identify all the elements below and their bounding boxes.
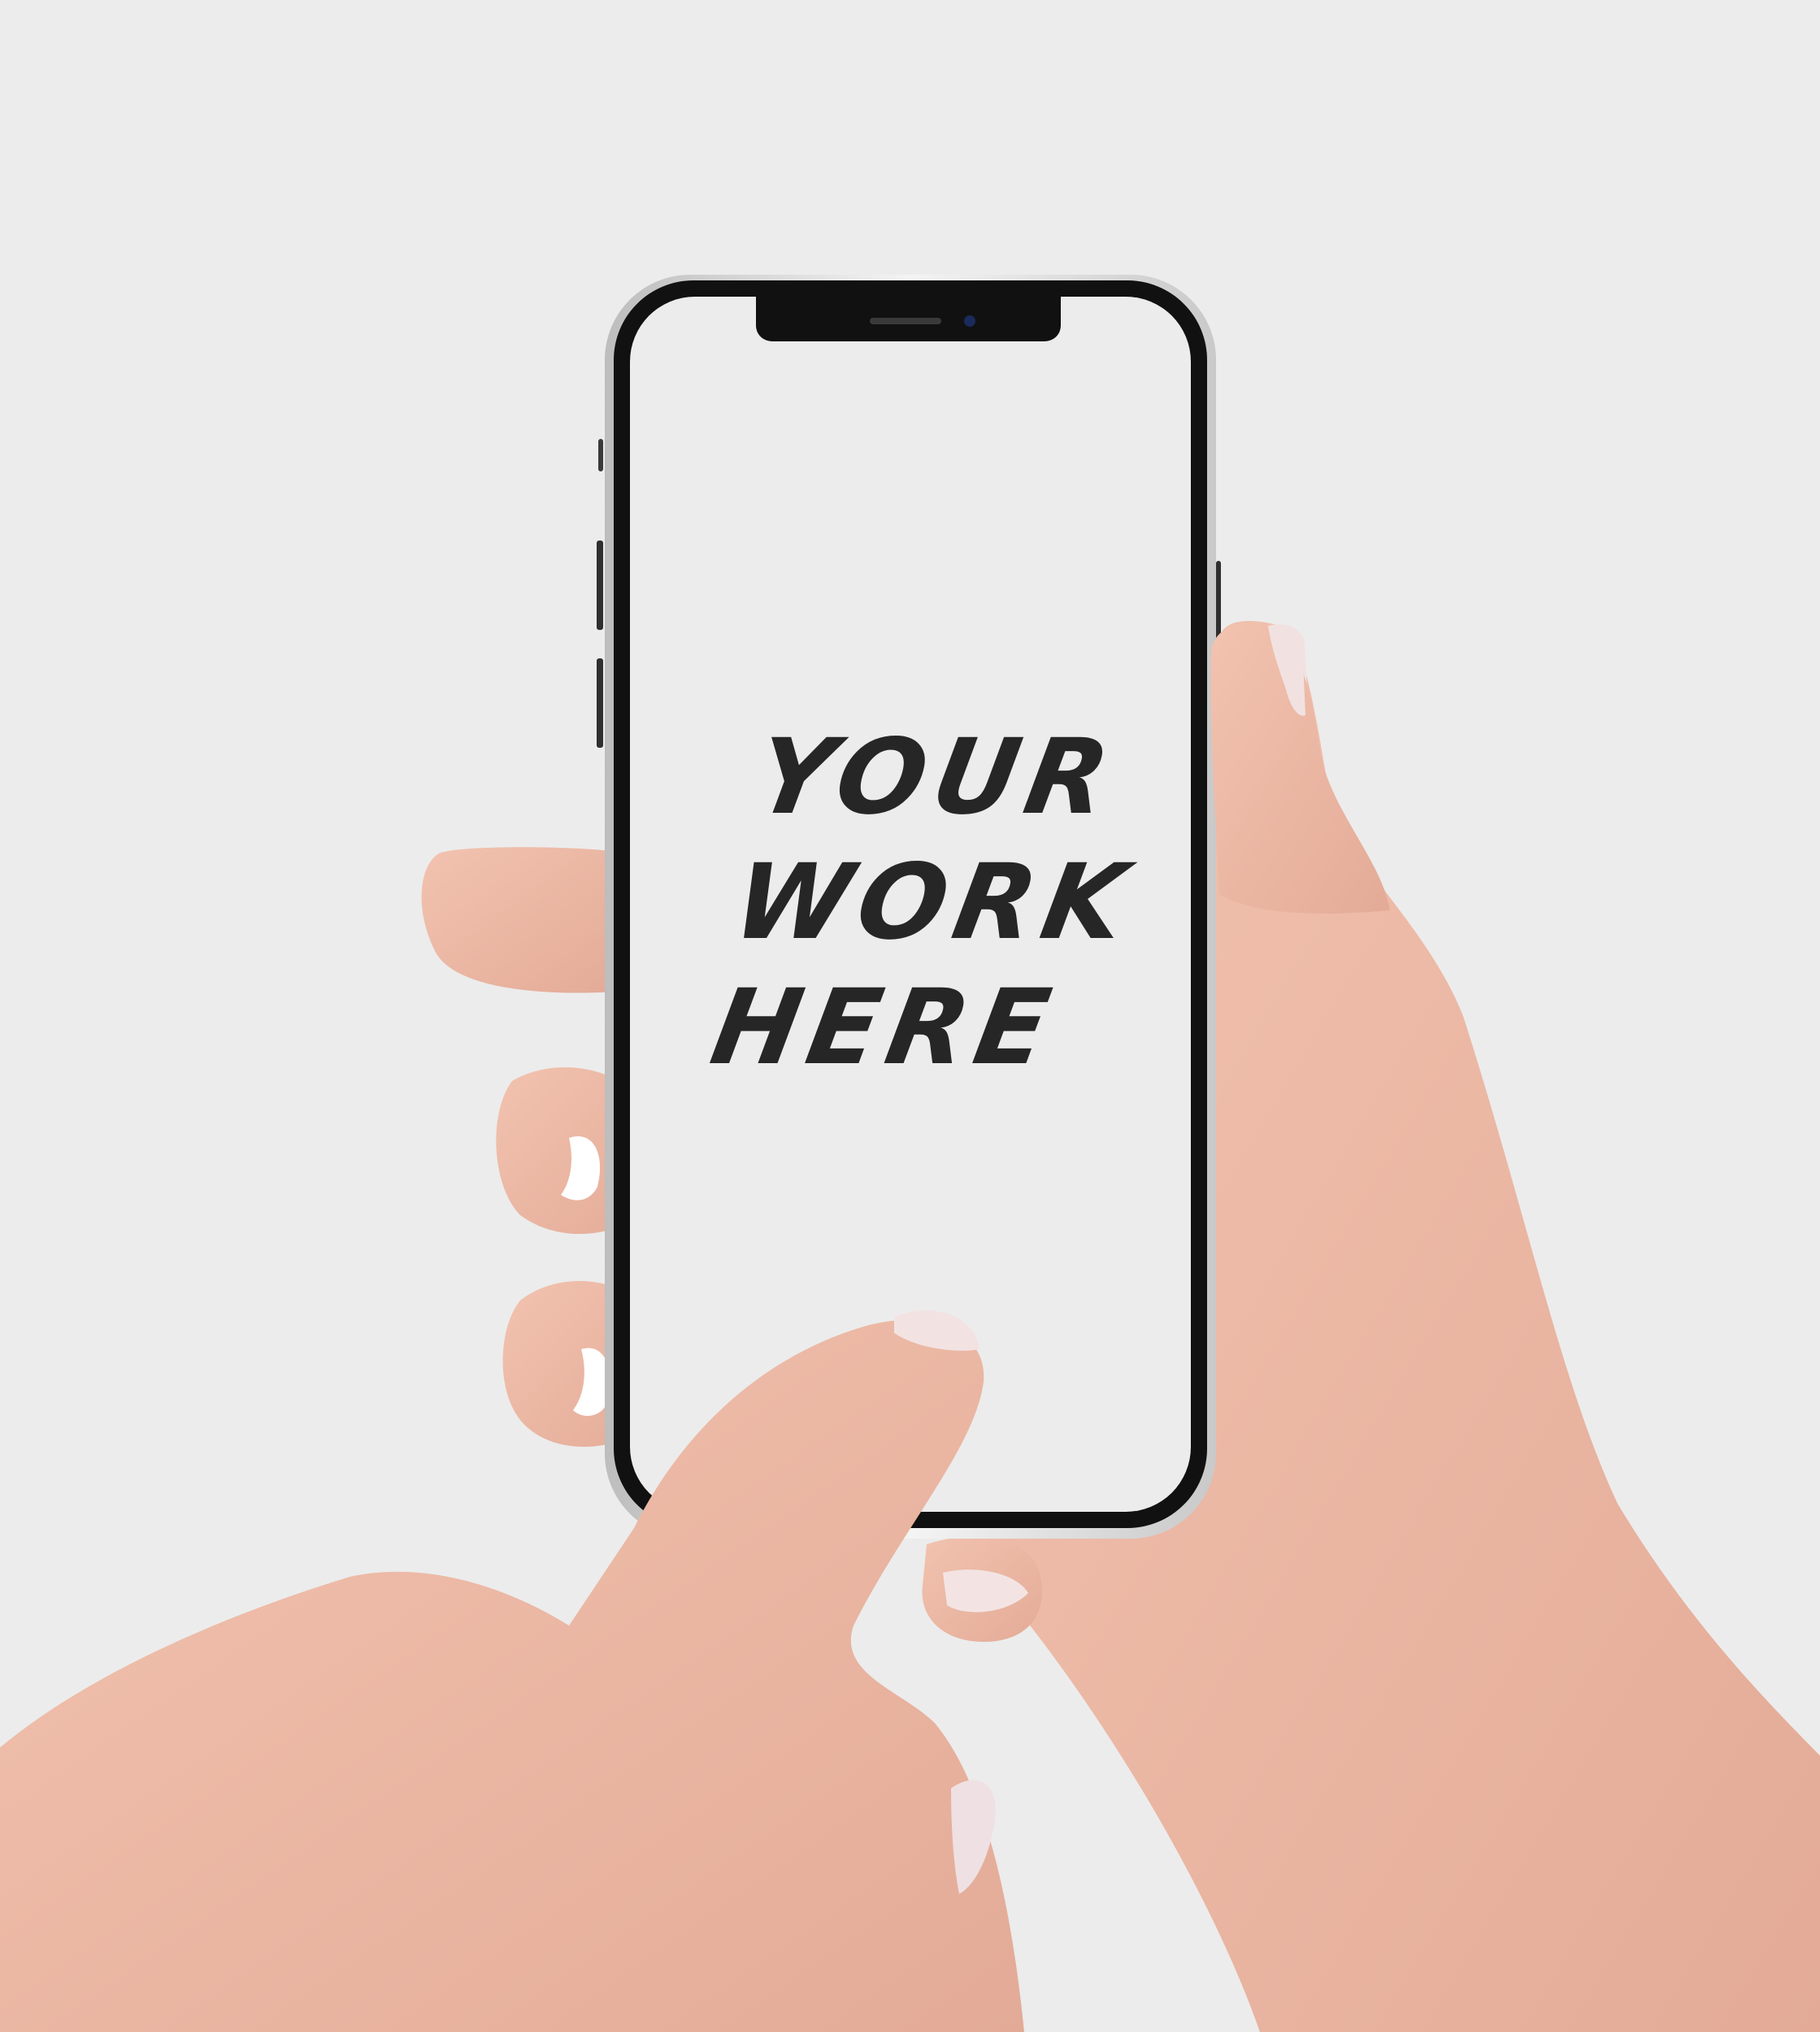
mockup-canvas: YOUR WORK HERE — [0, 0, 1820, 2032]
silent-switch — [598, 439, 603, 471]
volume-down-button — [597, 658, 603, 748]
tapping-hand-shape — [0, 1319, 1024, 2032]
placeholder-text: YOUR WORK HERE — [702, 715, 1143, 1091]
volume-up-button — [597, 541, 603, 630]
front-camera — [964, 315, 975, 327]
tapping-hand — [0, 1310, 1024, 2032]
finger-top — [421, 847, 618, 993]
placeholder-line-3: HERE — [702, 967, 1066, 1088]
speaker-grille — [870, 318, 941, 324]
placeholder-line-1: YOUR — [747, 717, 1126, 838]
placeholder-line-2: WORK — [724, 842, 1143, 963]
